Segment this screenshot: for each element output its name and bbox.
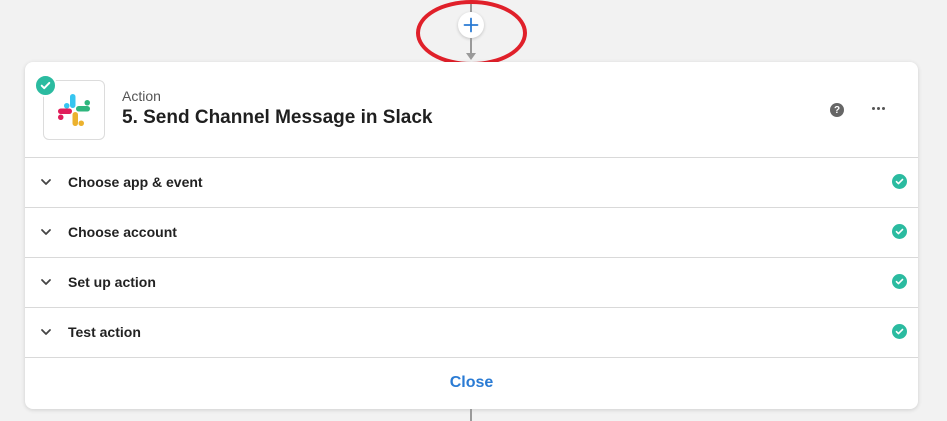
section-label: Choose account (68, 224, 177, 240)
connector-line-top (470, 0, 472, 12)
check-icon (40, 81, 51, 90)
step-title: 5. Send Channel Message in Slack (122, 107, 433, 128)
check-icon (895, 328, 904, 335)
section-label: Set up action (68, 274, 156, 290)
step-header[interactable]: Action 5. Send Channel Message in Slack … (25, 62, 918, 158)
step-complete-badge (34, 74, 57, 97)
section-choose-account[interactable]: Choose account (25, 208, 918, 258)
zap-editor-canvas: Action 5. Send Channel Message in Slack … (0, 0, 947, 421)
help-button[interactable]: ? (830, 103, 844, 117)
chevron-down-icon (41, 179, 51, 185)
section-complete-check (892, 224, 907, 239)
more-options-button[interactable] (868, 100, 888, 116)
ellipsis-dot (881, 106, 885, 110)
step-type-label: Action (122, 88, 161, 104)
connector-arrow-icon (466, 53, 476, 60)
plus-icon (463, 17, 479, 33)
section-choose-app-event[interactable]: Choose app & event (25, 158, 918, 208)
section-complete-check (892, 274, 907, 289)
check-icon (895, 278, 904, 285)
step-card: Action 5. Send Channel Message in Slack … (25, 62, 918, 409)
check-icon (895, 228, 904, 235)
add-step-button[interactable] (458, 12, 484, 38)
ellipsis-dot (871, 106, 875, 110)
chevron-down-icon (41, 329, 51, 335)
chevron-down-icon (41, 229, 51, 235)
check-icon (895, 178, 904, 185)
connector-line (470, 38, 472, 54)
section-label: Choose app & event (68, 174, 203, 190)
close-button[interactable]: Close (450, 374, 494, 392)
section-test-action[interactable]: Test action (25, 308, 918, 358)
section-complete-check (892, 174, 907, 189)
slack-logo-icon (58, 94, 90, 126)
section-complete-check (892, 324, 907, 339)
section-label: Test action (68, 324, 141, 340)
step-card-footer: Close (25, 358, 918, 408)
chevron-down-icon (41, 279, 51, 285)
question-icon: ? (833, 104, 841, 116)
section-set-up-action[interactable]: Set up action (25, 258, 918, 308)
ellipsis-dot (876, 106, 880, 110)
connector-line-bottom (470, 409, 472, 421)
